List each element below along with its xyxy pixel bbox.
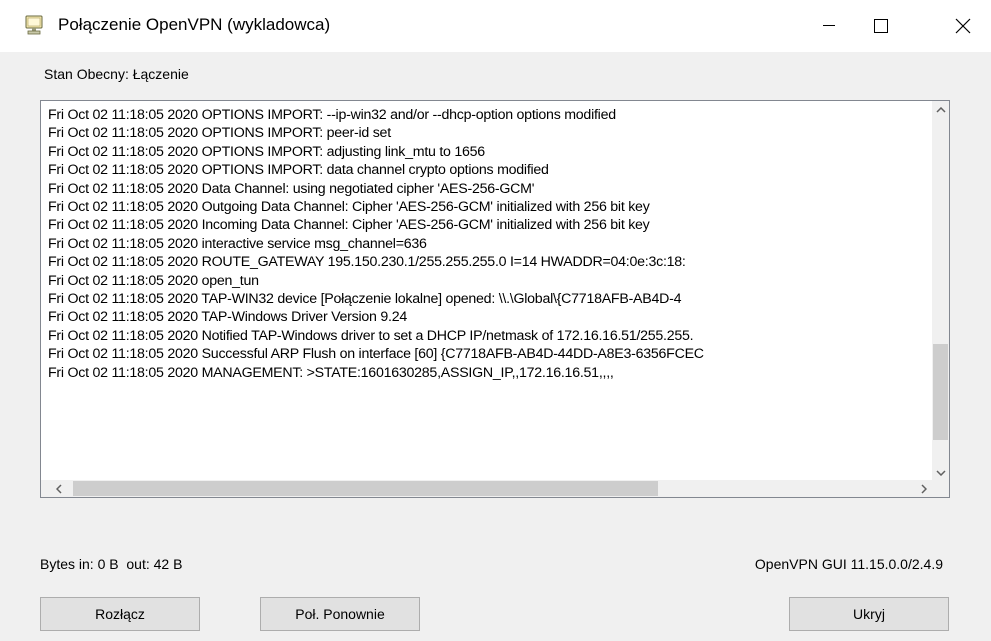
log-line: Fri Oct 02 11:18:05 2020 OPTIONS IMPORT:… — [48, 107, 616, 123]
vertical-scroll-thumb[interactable] — [933, 344, 948, 440]
log-line: Fri Oct 02 11:18:05 2020 open_tun — [48, 272, 259, 289]
scroll-left-icon[interactable] — [50, 480, 67, 497]
log-textbox[interactable]: Fri Oct 02 11:18:05 2020 OPTIONS IMPORT:… — [40, 100, 950, 498]
log-line: Fri Oct 02 11:18:05 2020 OPTIONS IMPORT:… — [48, 143, 485, 160]
minimize-button[interactable] — [806, 0, 852, 52]
scrollbar-corner — [932, 480, 949, 497]
close-button[interactable] — [940, 0, 986, 52]
log-line: Fri Oct 02 11:18:05 2020 MANAGEMENT: >ST… — [48, 364, 614, 381]
horizontal-scroll-thumb[interactable] — [73, 481, 658, 496]
scroll-down-icon[interactable] — [932, 464, 949, 481]
log-line: Fri Oct 02 11:18:05 2020 ROUTE_GATEWAY 1… — [48, 254, 686, 271]
scroll-up-icon[interactable] — [932, 101, 949, 118]
reconnect-button[interactable]: Poł. Ponownie — [260, 597, 420, 631]
window-title: Połączenie OpenVPN (wykladowca) — [58, 15, 331, 34]
log-line: Fri Oct 02 11:18:05 2020 Incoming Data C… — [48, 217, 650, 234]
log-content: Fri Oct 02 11:18:05 2020 OPTIONS IMPORT:… — [48, 106, 933, 466]
bytes-counter: Bytes in: 0 B out: 42 B — [40, 556, 183, 572]
horizontal-scrollbar[interactable] — [41, 480, 932, 497]
log-line: Fri Oct 02 11:18:05 2020 OPTIONS IMPORT:… — [48, 125, 391, 142]
log-line: Fri Oct 02 11:18:05 2020 TAP-Windows Dri… — [48, 309, 407, 326]
maximize-icon — [874, 19, 888, 33]
log-line: Fri Oct 02 11:18:05 2020 Data Channel: u… — [48, 180, 535, 197]
log-line: Fri Oct 02 11:18:05 2020 Notified TAP-Wi… — [48, 327, 694, 344]
log-line: Fri Oct 02 11:18:05 2020 Successful ARP … — [48, 346, 704, 363]
minimize-icon — [823, 25, 835, 27]
close-icon — [955, 18, 971, 34]
log-line: Fri Oct 02 11:18:05 2020 interactive ser… — [48, 235, 427, 252]
maximize-button[interactable] — [858, 0, 904, 52]
title-bar: Połączenie OpenVPN (wykladowca) — [0, 0, 991, 52]
connection-status: Stan Obecny: Łączenie — [44, 66, 189, 82]
version-label: OpenVPN GUI 11.15.0.0/2.4.9 — [754, 556, 943, 572]
vertical-scrollbar[interactable] — [932, 101, 949, 481]
hide-button[interactable]: Ukryj — [789, 597, 949, 631]
log-line: Fri Oct 02 11:18:05 2020 TAP-WIN32 devic… — [48, 291, 682, 308]
disconnect-button[interactable]: Rozłącz — [40, 597, 200, 631]
log-line: Fri Oct 02 11:18:05 2020 OPTIONS IMPORT:… — [48, 162, 549, 179]
scroll-right-icon[interactable] — [915, 480, 932, 497]
computer-network-icon — [23, 14, 45, 36]
log-line: Fri Oct 02 11:18:05 2020 Outgoing Data C… — [48, 199, 650, 216]
